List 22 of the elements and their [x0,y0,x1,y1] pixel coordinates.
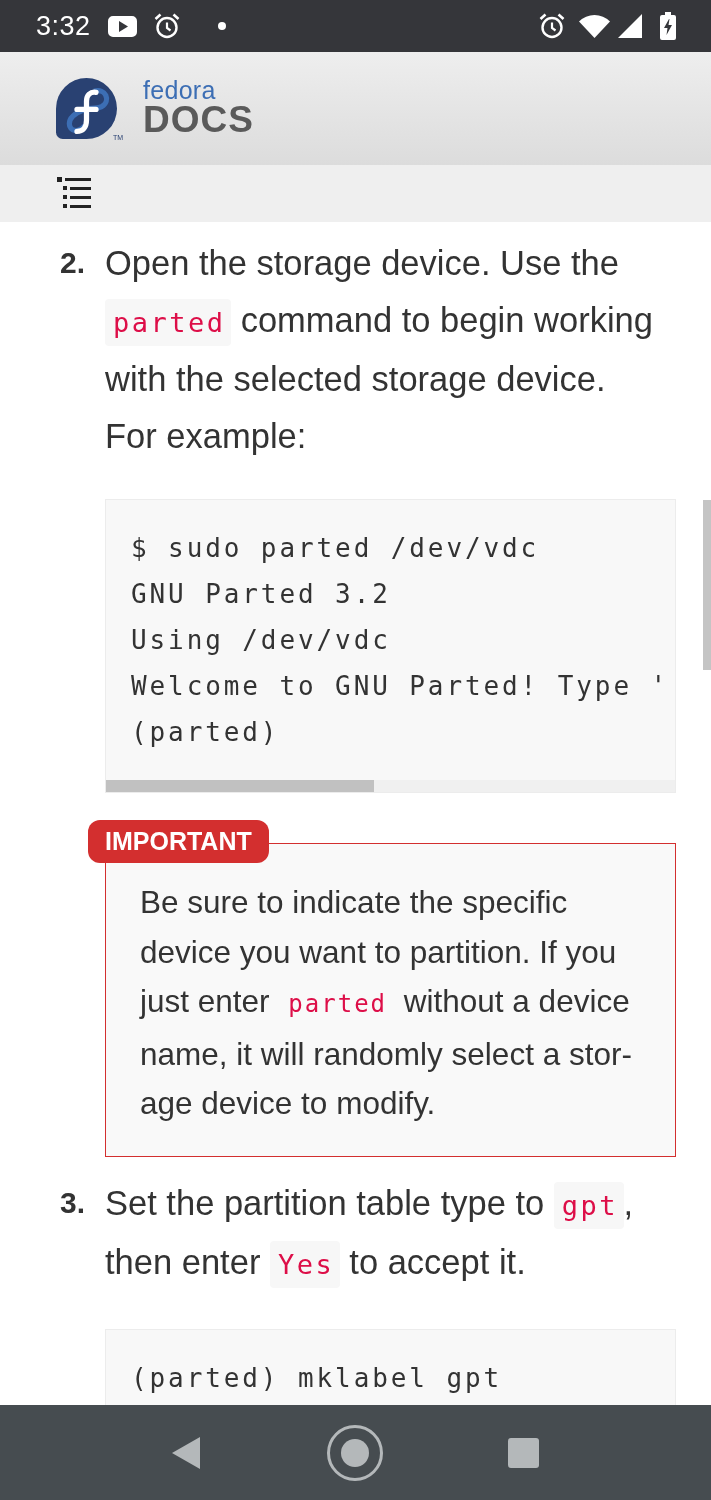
alarm-clock-icon [539,13,565,39]
table-of-contents-icon[interactable] [57,177,91,210]
code-text: $ sudo parted /dev/vdc GNU Parted 3.2 Using /dev/vdc Welcome to GNU Parted! Type ' (parted) [130,532,671,749]
logo-title: DOCS [143,101,254,138]
step-text: Open the storage device. Use the parted command to begin working with the selected storage device. For example: [105,243,654,457]
step-text: Set the partition table type to gpt, then enter Yes to accept it. [105,1174,676,1294]
code-text: (parted) mklabel gpt [130,1361,504,1395]
admonition-text: Be sure to indicate the specific device you want to partition. If you just enter parted without a device name, it will randomly select a stor-age device to modify. [140,883,633,1123]
step-number: 3. [60,1184,87,1221]
back-icon[interactable] [172,1436,200,1469]
home-icon[interactable] [326,1423,384,1482]
alarm-clock-icon [153,13,180,39]
step-number: 2. [60,245,87,281]
signal-icon [618,14,642,38]
wifi-icon [579,14,610,38]
recents-icon[interactable] [508,1437,539,1468]
dot-icon [217,22,226,30]
admonition-label: IMPORTANT [88,820,269,863]
play-icon [107,15,137,37]
logo-wordmark: fedora [143,77,217,102]
clock-time: 3:32 [36,10,91,42]
battery-charging-icon [660,12,676,40]
